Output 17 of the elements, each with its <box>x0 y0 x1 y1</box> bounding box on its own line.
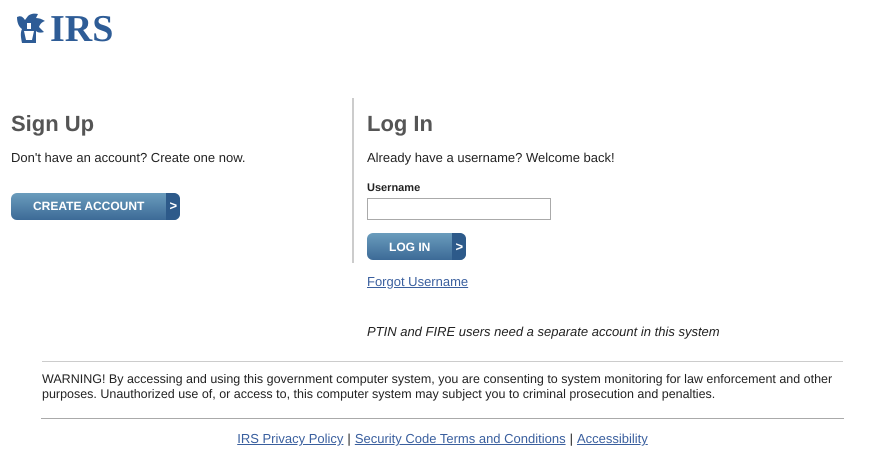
log-in-text: Already have a username? Welcome back! <box>367 149 616 167</box>
footer-link[interactable]: IRS Privacy Policy <box>237 429 344 448</box>
warning-text: WARNING! By accessing and using this government computer system, you are consenting to system monitoring for law enforcement and other purposes. Unauthorized use of, or access to, this computer system may subject you to criminal prosecution and penalties. <box>42 372 834 402</box>
create-account-button[interactable]: CREATE ACCOUNT > <box>11 192 180 220</box>
link-separator: | <box>570 430 573 448</box>
link-separator: | <box>347 430 351 448</box>
footer-link[interactable]: Security Code Terms and Conditions <box>354 429 566 448</box>
footer-link[interactable]: Accessibility <box>576 429 648 448</box>
ptin-fire-note: PTIN and FIRE users need a separate account in this system <box>367 322 720 341</box>
sign-up-text: Don't have an account? Create one now. <box>11 149 246 167</box>
username-field[interactable] <box>367 198 551 220</box>
log-in-button[interactable]: LOG IN > <box>367 233 466 260</box>
username-label: Username <box>367 180 422 196</box>
forgot-username-link[interactable]: Forgot Username <box>367 272 720 292</box>
sign-up-heading: Sign Up <box>11 113 96 135</box>
irs-logo-text: IRS <box>50 10 114 48</box>
log-in-heading: Log In <box>367 113 434 135</box>
